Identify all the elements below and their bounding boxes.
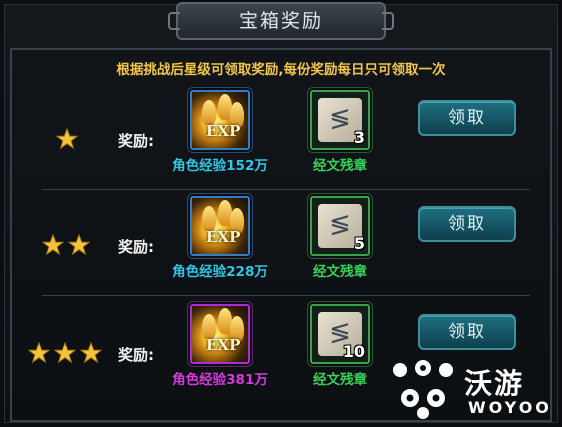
star-icon	[42, 234, 64, 256]
star-icon	[28, 342, 50, 364]
reward-hint-text: 根据挑战后星级可领取奖励,每份奖励每日只可领取一次	[116, 62, 446, 78]
scroll-fragment-slot[interactable]: ≶ 3	[310, 90, 370, 150]
exp-item-slot[interactable]: EXP	[190, 196, 250, 256]
star-icon	[56, 128, 78, 150]
exp-reward-caption: 角色经验228万	[172, 264, 268, 280]
item-count: 3	[353, 128, 365, 147]
row-divider	[42, 295, 530, 296]
star-rating-2	[42, 234, 90, 260]
fragment-reward-caption: 经文残章	[313, 158, 367, 174]
exp-icon: EXP	[192, 198, 248, 254]
exp-item-slot[interactable]: EXP	[190, 304, 250, 364]
watermark-name-cn: 沃游	[464, 367, 525, 400]
star-icon	[54, 342, 76, 364]
panel-title: 宝箱奖励	[168, 2, 394, 40]
exp-item-slot[interactable]: EXP	[190, 90, 250, 150]
woyoo-watermark: 沃游 WOYOO	[388, 358, 558, 424]
reward-label: 奖励:	[118, 346, 154, 364]
reward-label: 奖励:	[118, 132, 154, 150]
item-count: 10	[342, 342, 365, 361]
exp-icon: EXP	[192, 92, 248, 148]
reward-label: 奖励:	[118, 238, 154, 256]
star-rating-1	[56, 128, 78, 154]
claim-button-3[interactable]: 领取	[418, 314, 516, 350]
reward-row-2-star: 奖励: EXP 角色经验228万 ≶ 5 经文残章 领取	[12, 192, 550, 296]
watermark-name-en: WOYOO	[468, 398, 552, 417]
star-icon	[68, 234, 90, 256]
reward-row-1-star: 奖励: EXP 角色经验152万 ≶ 3 经文残章 领取	[12, 86, 550, 190]
claim-button-1[interactable]: 领取	[418, 100, 516, 136]
exp-icon: EXP	[192, 306, 248, 362]
woyoo-logo-icon	[393, 360, 453, 419]
star-icon	[80, 342, 102, 364]
exp-reward-caption: 角色经验381万	[172, 372, 268, 388]
fragment-reward-caption: 经文残章	[313, 264, 367, 280]
fragment-reward-caption: 经文残章	[313, 372, 367, 388]
row-divider	[42, 189, 530, 190]
exp-reward-caption: 角色经验152万	[172, 158, 268, 174]
scroll-fragment-slot[interactable]: ≶ 10	[310, 304, 370, 364]
item-count: 5	[353, 234, 365, 253]
claim-button-2[interactable]: 领取	[418, 206, 516, 242]
scroll-fragment-slot[interactable]: ≶ 5	[310, 196, 370, 256]
star-rating-3	[28, 342, 102, 368]
